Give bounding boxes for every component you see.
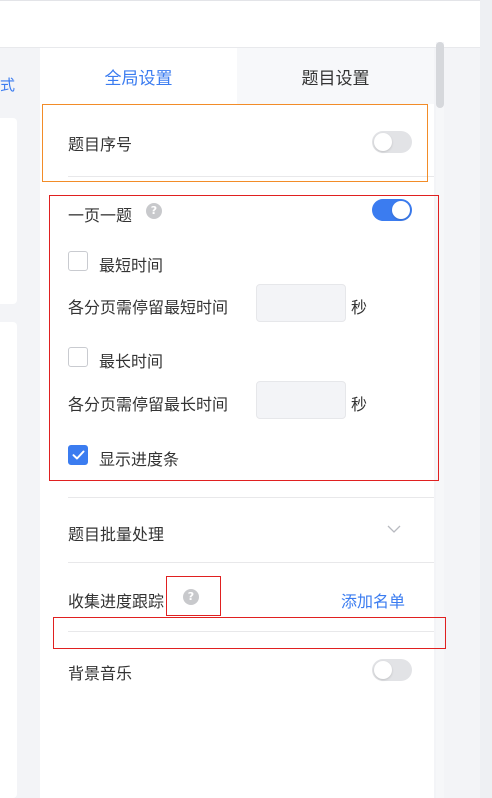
- question-number-label: 题目序号: [68, 135, 133, 154]
- right-edge: [480, 0, 492, 798]
- min-time-label: 最短时间: [99, 256, 164, 275]
- checkmark-icon: [72, 450, 85, 460]
- divider: [68, 176, 434, 177]
- max-time-checkbox[interactable]: [68, 347, 88, 367]
- chevron-down-icon[interactable]: [387, 524, 401, 534]
- left-partial-link[interactable]: 式: [0, 74, 15, 95]
- one-per-page-label: 一页一题: [68, 206, 133, 225]
- question-number-toggle[interactable]: [372, 131, 412, 153]
- max-time-label: 最长时间: [99, 352, 164, 371]
- max-time-unit: 秒: [351, 395, 368, 414]
- progress-bar-label: 显示进度条: [99, 450, 180, 469]
- settings-tabs: 全局设置 题目设置: [40, 48, 434, 104]
- one-per-page-toggle[interactable]: [372, 199, 412, 221]
- max-time-desc: 各分页需停留最长时间: [68, 395, 229, 414]
- help-icon[interactable]: ?: [146, 203, 162, 219]
- min-time-checkbox[interactable]: [68, 251, 88, 271]
- tab-question-settings[interactable]: 题目设置: [237, 48, 434, 104]
- toggle-knob: [374, 133, 392, 151]
- left-card: [0, 322, 17, 798]
- progress-bar-checkbox[interactable]: [68, 445, 88, 465]
- min-time-input[interactable]: [256, 284, 346, 322]
- min-time-unit: 秒: [351, 298, 368, 317]
- divider: [68, 562, 434, 563]
- add-list-link[interactable]: 添加名单: [341, 588, 405, 612]
- bg-music-toggle[interactable]: [372, 659, 412, 681]
- help-icon[interactable]: ?: [183, 589, 199, 605]
- divider: [68, 497, 434, 498]
- left-card: [0, 118, 17, 304]
- collect-progress-label: 收集进度跟踪: [68, 592, 165, 611]
- settings-panel: [40, 48, 434, 798]
- max-time-input[interactable]: [256, 381, 346, 419]
- toggle-knob: [392, 201, 410, 219]
- scrollbar-thumb[interactable]: [436, 42, 444, 108]
- batch-process-label[interactable]: 题目批量处理: [68, 521, 164, 545]
- divider: [68, 631, 434, 632]
- top-bar: [0, 0, 480, 48]
- tab-global-settings[interactable]: 全局设置: [40, 48, 237, 104]
- toggle-knob: [374, 661, 392, 679]
- panel-scrollbar[interactable]: [436, 42, 444, 798]
- bg-music-label: 背景音乐: [68, 664, 133, 683]
- min-time-desc: 各分页需停留最短时间: [68, 298, 229, 317]
